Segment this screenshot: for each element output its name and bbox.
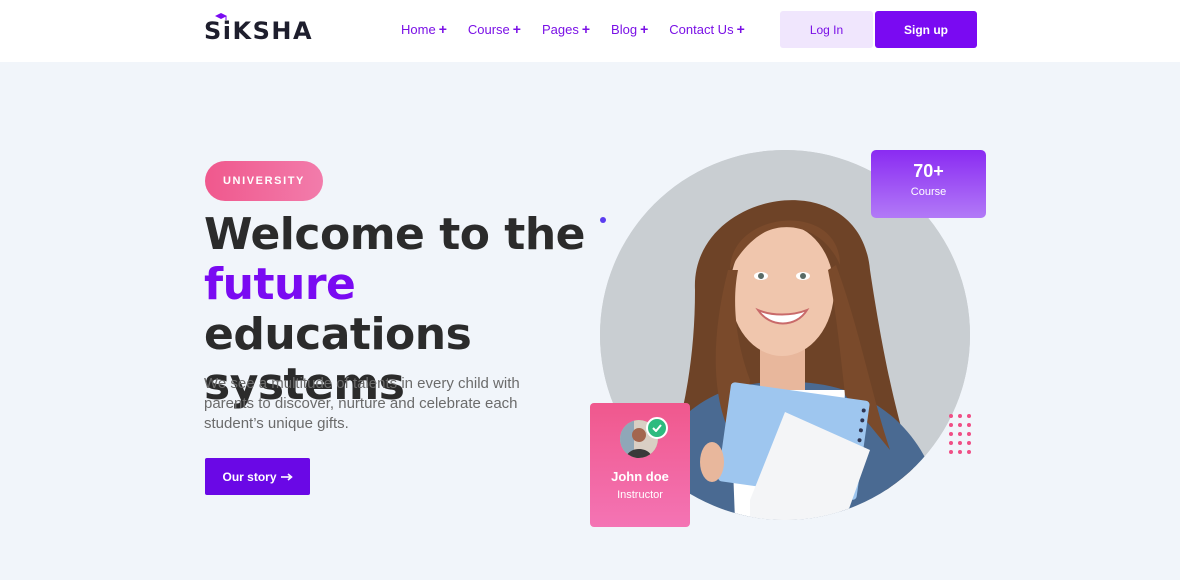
plus-icon: + bbox=[736, 21, 745, 37]
hero-description: We see a multitude of talents in every c… bbox=[204, 375, 520, 432]
course-label: Course bbox=[910, 186, 947, 198]
nav-item-pages[interactable]: Pages + bbox=[542, 21, 590, 37]
nav-item-course[interactable]: Course + bbox=[468, 21, 521, 37]
our-story-button[interactable]: Our story bbox=[205, 458, 310, 495]
nav-item-blog[interactable]: Blog + bbox=[611, 21, 648, 37]
category-badge: UNIVERSITY bbox=[205, 161, 323, 201]
headline-line-2: educations bbox=[204, 309, 472, 360]
instructor-card: John doe Instructor bbox=[590, 403, 690, 527]
nav-item-contact-us[interactable]: Contact Us + bbox=[669, 21, 745, 37]
site-header: SiKSHA Home + Course + Pages + Blog + Co… bbox=[0, 0, 1180, 62]
arrow-right-icon bbox=[280, 472, 293, 481]
plus-icon: + bbox=[512, 21, 521, 37]
plus-icon: + bbox=[581, 21, 591, 37]
course-stat-card: 70+ Course bbox=[871, 150, 986, 218]
nav-item-label: Contact Us bbox=[669, 21, 734, 37]
plus-icon: + bbox=[640, 21, 649, 37]
check-icon bbox=[646, 417, 668, 439]
headline-line-1: Welcome to the bbox=[204, 209, 586, 260]
nav-item-home[interactable]: Home + bbox=[401, 21, 447, 37]
decorative-dot bbox=[600, 217, 606, 223]
main-nav: Home + Course + Pages + Blog + Contact U… bbox=[401, 21, 745, 37]
nav-item-label: Pages bbox=[541, 21, 579, 37]
nav-item-label: Blog bbox=[611, 21, 638, 37]
graduation-cap-icon bbox=[215, 13, 227, 20]
decorative-dots bbox=[949, 414, 971, 454]
nav-item-label: Home bbox=[401, 21, 436, 37]
plus-icon: + bbox=[438, 21, 447, 37]
signup-button[interactable]: Sign up bbox=[875, 11, 977, 48]
login-button[interactable]: Log In bbox=[780, 11, 873, 48]
nav-item-label: Course bbox=[467, 21, 510, 37]
course-count: 70+ bbox=[913, 161, 944, 181]
our-story-label: Our story bbox=[222, 469, 277, 484]
instructor-name: John doe bbox=[611, 469, 669, 484]
instructor-role: Instructor bbox=[617, 489, 663, 501]
headline-accent: future bbox=[204, 259, 356, 310]
logo[interactable]: SiKSHA bbox=[204, 13, 314, 45]
logo-text: SiKSHA bbox=[204, 17, 314, 45]
